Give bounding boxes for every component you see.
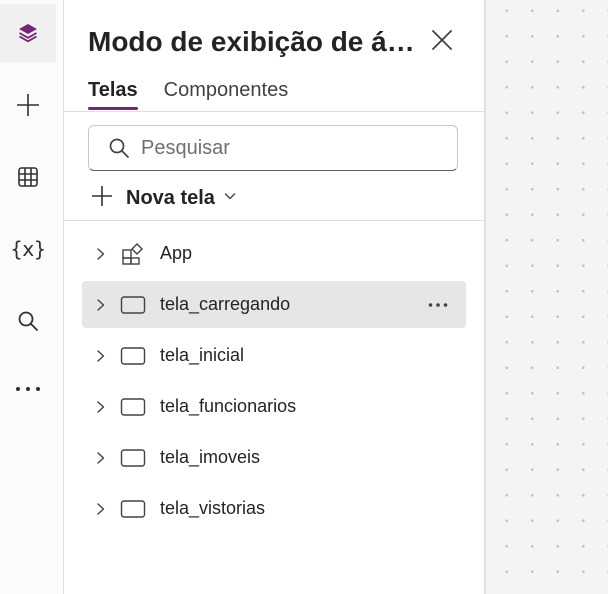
tabs-divider <box>64 111 484 112</box>
left-rail: {x} <box>0 0 64 594</box>
tree-view-icon <box>16 21 40 45</box>
power-apps-studio: {x} Modo de exibição de á… Telas Compone… <box>0 0 608 594</box>
screen-icon <box>120 292 146 318</box>
variables-icon: {x} <box>10 237 46 261</box>
new-screen-label: Nova tela <box>126 186 215 209</box>
search-box[interactable] <box>88 125 458 171</box>
app-icon <box>120 241 146 267</box>
tree-view-panel: Modo de exibição de á… Telas Componentes <box>64 0 484 594</box>
tree-item-label: tela_imoveis <box>160 447 261 467</box>
tree-item-label: tela_funcionarios <box>160 396 297 416</box>
chevron-right-icon[interactable] <box>92 398 110 416</box>
screen-icon <box>120 445 146 471</box>
tree-item-label: tela_vistorias <box>160 498 266 518</box>
insert-button[interactable] <box>0 76 56 134</box>
close-panel-button[interactable] <box>426 26 458 58</box>
design-canvas[interactable] <box>486 0 608 594</box>
search-input[interactable] <box>141 136 431 160</box>
screen-tree: App tela_carregando tela_inicial tela_fu… <box>82 230 466 536</box>
insert-plus-icon <box>15 92 41 118</box>
panel-tabs: Telas Componentes <box>88 76 288 112</box>
tree-item-label: tela_inicial <box>160 345 245 365</box>
list-divider <box>64 220 484 221</box>
tab-screens[interactable]: Telas <box>88 76 138 110</box>
tree-item-tela-vistorias[interactable]: tela_vistorias <box>82 485 466 532</box>
more-options-icon <box>15 385 41 393</box>
tree-item-app[interactable]: App <box>82 230 466 277</box>
tab-components[interactable]: Componentes <box>164 76 289 110</box>
data-table-icon <box>16 165 40 189</box>
new-screen-button[interactable]: Nova tela <box>90 180 237 216</box>
variables-button[interactable]: {x} <box>0 220 56 278</box>
add-icon <box>90 184 114 213</box>
search-rail-button[interactable] <box>0 292 56 350</box>
chevron-right-icon[interactable] <box>92 449 110 467</box>
chevron-right-icon[interactable] <box>92 245 110 263</box>
chevron-down-icon <box>223 189 237 208</box>
search-icon <box>16 309 40 333</box>
search-field-icon <box>107 136 131 160</box>
tree-item-label: tela_carregando <box>160 294 291 314</box>
chevron-right-icon[interactable] <box>92 296 110 314</box>
chevron-right-icon[interactable] <box>92 500 110 518</box>
chevron-right-icon[interactable] <box>92 347 110 365</box>
more-options-button[interactable] <box>0 360 56 418</box>
tree-item-tela-inicial[interactable]: tela_inicial <box>82 332 466 379</box>
data-button[interactable] <box>0 148 56 206</box>
screen-icon <box>120 496 146 522</box>
tree-item-label: App <box>160 243 193 263</box>
tree-view-button[interactable] <box>0 4 56 62</box>
tree-item-tela-imoveis[interactable]: tela_imoveis <box>82 434 466 481</box>
tree-item-tela-carregando[interactable]: tela_carregando <box>82 281 466 328</box>
more-actions-button[interactable] <box>426 293 450 317</box>
close-icon <box>431 29 453 56</box>
screen-icon <box>120 343 146 369</box>
panel-title: Modo de exibição de á… <box>88 26 415 57</box>
screen-icon <box>120 394 146 420</box>
tree-item-tela-funcionarios[interactable]: tela_funcionarios <box>82 383 466 430</box>
